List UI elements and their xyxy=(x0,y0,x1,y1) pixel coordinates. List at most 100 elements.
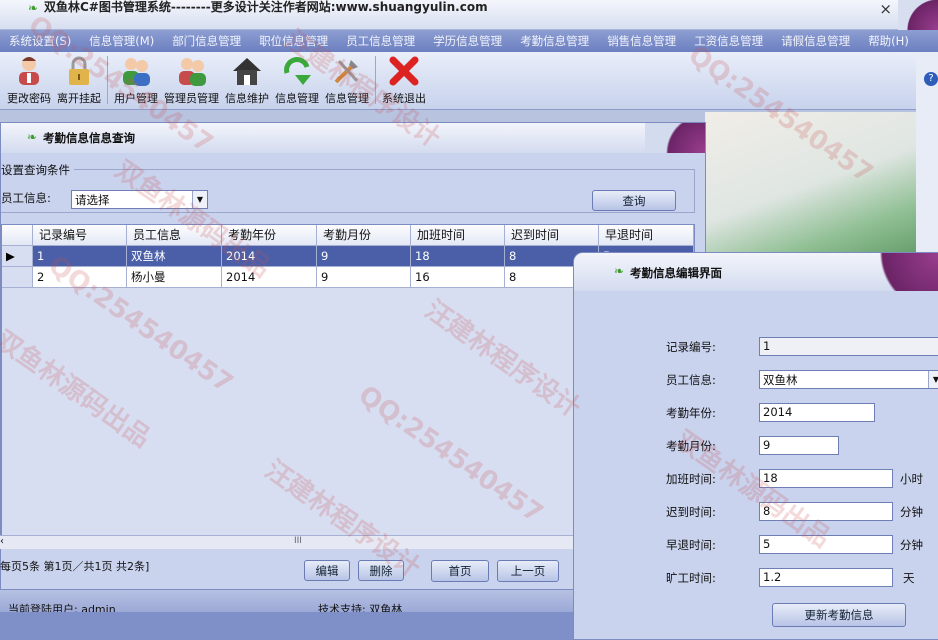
bottom-bar xyxy=(0,612,575,640)
edit-window-title-bar: ❧ 考勤信息编辑界面 xyxy=(574,253,938,291)
search-button[interactable]: 查询 xyxy=(592,190,676,211)
users-icon xyxy=(119,54,153,88)
menu-sales[interactable]: 销售信息管理 xyxy=(598,33,685,49)
column-header[interactable]: 员工信息 xyxy=(127,225,222,246)
record-id-label: 记录编号: xyxy=(666,340,716,354)
edit-button[interactable]: 编辑 xyxy=(304,560,350,581)
menu-bar: 系统设置(S) 信息管理(M) 部门信息管理 职位信息管理 员工信息管理 学历信… xyxy=(0,30,938,52)
table-cell: 双鱼林 xyxy=(127,246,222,267)
title-corner-decoration xyxy=(645,123,705,153)
overtime-field[interactable]: 18 xyxy=(759,469,893,488)
menu-employee[interactable]: 员工信息管理 xyxy=(337,33,424,49)
system-exit-label: 系统退出 xyxy=(382,92,426,105)
lock-screen-label: 离开挂起 xyxy=(57,92,101,105)
query-window-title: 考勤信息信息查询 xyxy=(43,131,135,145)
table-cell: 杨小曼 xyxy=(127,267,222,288)
menu-help[interactable]: 帮助(H) xyxy=(859,33,918,49)
menu-salary[interactable]: 工资信息管理 xyxy=(685,33,772,49)
grid-header-row: 记录编号 员工信息 考勤年份 考勤月份 加班时间 迟到时间 早退时间 xyxy=(2,225,694,246)
early-leave-unit: 分钟 xyxy=(900,538,923,552)
admin-users-icon xyxy=(175,54,209,88)
row-header xyxy=(2,267,33,288)
employee-label: 员工信息: xyxy=(666,373,716,387)
padlock-icon xyxy=(62,54,96,88)
menu-department[interactable]: 部门信息管理 xyxy=(163,33,250,49)
menu-info-management[interactable]: 信息管理(M) xyxy=(80,33,163,49)
info-management-label-2: 信息管理 xyxy=(325,92,369,105)
employee-select[interactable]: 请选择 ▼ xyxy=(71,190,208,209)
table-cell: 9 xyxy=(317,246,411,267)
menu-system-settings[interactable]: 系统设置(S) xyxy=(0,33,80,49)
table-cell: 16 xyxy=(411,267,505,288)
lock-screen-button[interactable]: 离开挂起 xyxy=(54,51,104,109)
user-key-icon xyxy=(12,54,46,88)
toolbar-separator xyxy=(375,56,376,104)
scroll-thumb-grip[interactable]: III xyxy=(294,536,302,546)
record-id-field[interactable]: 1 xyxy=(759,337,938,356)
user-management-button[interactable]: 用户管理 xyxy=(111,51,161,109)
column-header[interactable]: 考勤月份 xyxy=(317,225,411,246)
table-cell: 9 xyxy=(317,267,411,288)
info-maintenance-button[interactable]: 信息维护 xyxy=(222,51,272,109)
query-window-title-bar: ❧ 考勤信息信息查询 × xyxy=(1,123,705,153)
employee-select[interactable]: 双鱼林 ▼ xyxy=(759,370,938,389)
system-exit-button[interactable]: 系统退出 xyxy=(379,51,429,109)
table-cell: 1 xyxy=(33,246,127,267)
absence-unit: 天 xyxy=(903,571,915,585)
admin-management-button[interactable]: 管理员管理 xyxy=(161,51,222,109)
column-header[interactable]: 记录编号 xyxy=(33,225,127,246)
overtime-unit: 小时 xyxy=(900,472,923,486)
column-header[interactable]: 早退时间 xyxy=(599,225,694,246)
first-page-button[interactable]: 首页 xyxy=(431,560,489,582)
app-close-button[interactable]: × xyxy=(879,0,892,18)
column-header[interactable]: 加班时间 xyxy=(411,225,505,246)
year-field[interactable]: 2014 xyxy=(759,403,875,422)
info-management-button-1[interactable]: 信息管理 xyxy=(272,51,322,109)
house-icon xyxy=(230,54,264,88)
toolbar: 更改密码 离开挂起 用户管理 管理员管理 信息维护 信息管理 信息管理 系统退出 xyxy=(0,52,916,110)
user-management-label: 用户管理 xyxy=(114,92,158,105)
absence-field[interactable]: 1.2 xyxy=(759,568,893,587)
red-x-icon xyxy=(387,54,421,88)
tools-icon xyxy=(330,54,364,88)
menu-education[interactable]: 学历信息管理 xyxy=(424,33,511,49)
delete-button[interactable]: 删除 xyxy=(358,560,404,581)
menu-attendance[interactable]: 考勤信息管理 xyxy=(511,33,598,49)
table-cell: 2 xyxy=(33,267,127,288)
early-leave-field[interactable]: 5 xyxy=(759,535,893,554)
table-cell: 2014 xyxy=(222,267,317,288)
admin-management-label: 管理员管理 xyxy=(164,92,219,105)
chevron-down-icon: ▼ xyxy=(192,191,207,208)
employee-label: 员工信息: xyxy=(1,191,51,205)
table-cell: 2014 xyxy=(222,246,317,267)
late-field[interactable]: 8 xyxy=(759,502,893,521)
change-password-label: 更改密码 xyxy=(7,92,51,105)
column-header[interactable]: 考勤年份 xyxy=(222,225,317,246)
menu-leave[interactable]: 请假信息管理 xyxy=(772,33,859,49)
menu-position[interactable]: 职位信息管理 xyxy=(250,33,337,49)
attendance-edit-window: ❧ 考勤信息编辑界面 记录编号: 1 员工信息: 双鱼林 ▼ 考勤年份: 201… xyxy=(573,252,938,640)
year-label: 考勤年份: xyxy=(666,406,716,420)
update-attendance-button[interactable]: 更新考勤信息 xyxy=(772,603,906,627)
column-header[interactable]: 迟到时间 xyxy=(505,225,599,246)
month-field[interactable]: 9 xyxy=(759,436,839,455)
scroll-left-icon[interactable]: ‹ xyxy=(0,536,4,547)
info-management-label-1: 信息管理 xyxy=(275,92,319,105)
status-bar: 当前登陆用户: admin 技术支持: 双鱼林 xyxy=(0,590,575,616)
query-conditions-group: 设置查询条件 员工信息: 请选择 ▼ 查询 xyxy=(1,162,695,213)
grid-horizontal-scrollbar[interactable]: ‹ III xyxy=(0,535,575,549)
info-management-button-2[interactable]: 信息管理 xyxy=(322,51,372,109)
row-header-corner xyxy=(2,225,33,246)
edit-window-title: 考勤信息编辑界面 xyxy=(630,266,722,280)
query-conditions-legend: 设置查询条件 xyxy=(1,162,74,178)
prev-page-button[interactable]: 上一页 xyxy=(497,560,559,582)
change-password-button[interactable]: 更改密码 xyxy=(4,51,54,109)
absence-label: 旷工时间: xyxy=(666,571,716,585)
app-title-bar: ❧ 双鱼林C#图书管理系统--------更多设计关注作者网站:www.shua… xyxy=(0,0,938,30)
overtime-label: 加班时间: xyxy=(666,472,716,486)
employee-select-value: 双鱼林 xyxy=(763,372,798,387)
leaf-icon: ❧ xyxy=(27,130,38,144)
chevron-down-icon: ▼ xyxy=(928,371,938,388)
app-leaf-icon: ❧ xyxy=(28,1,39,15)
help-icon[interactable]: ? xyxy=(924,72,938,86)
